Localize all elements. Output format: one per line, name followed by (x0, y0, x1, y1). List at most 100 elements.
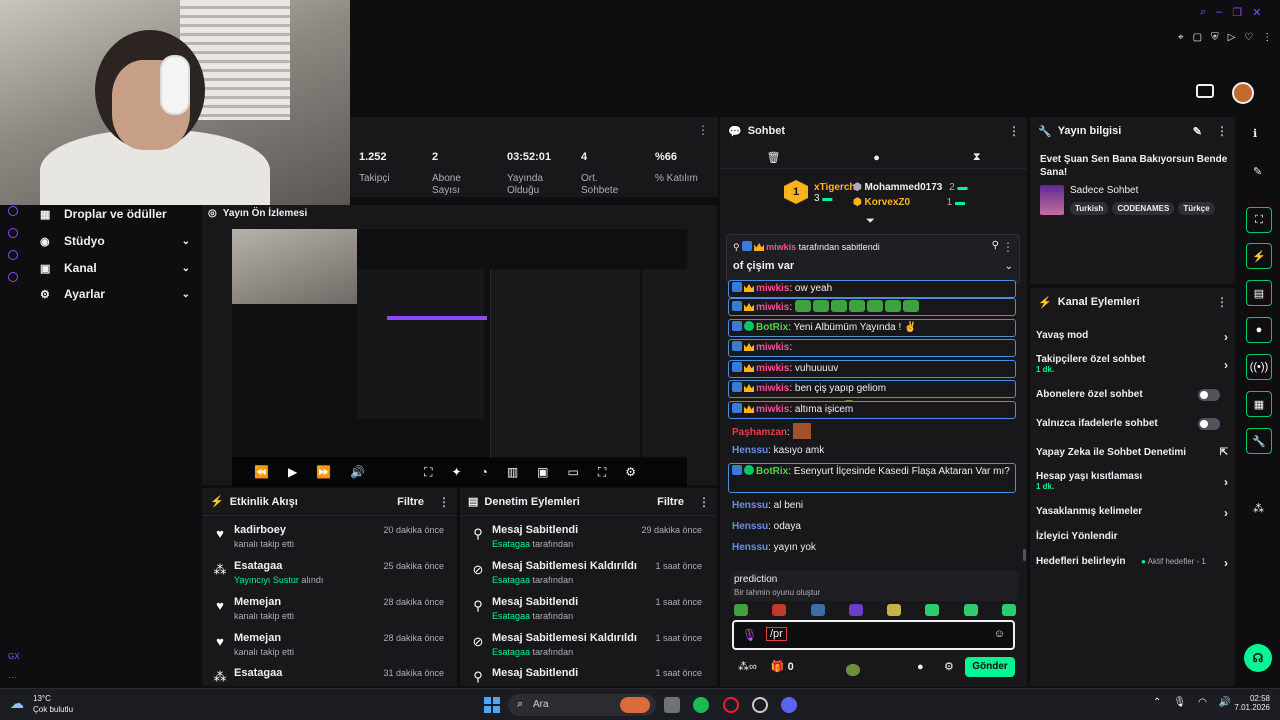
command-suggestion[interactable]: prediction Bir tahmin oyunu oluştur (730, 571, 1018, 601)
quick-notes-button[interactable]: ▤ (1246, 280, 1272, 306)
chat-message[interactable]: miwkis: altıma işicem (728, 401, 1016, 419)
leaderboard-second[interactable]: ⬢ Mohammed0173 2 ▬ (853, 182, 967, 193)
start-icon[interactable] (484, 697, 500, 713)
minimize-icon[interactable]: – (1216, 6, 1222, 20)
tag[interactable]: Turkish (1070, 202, 1109, 215)
chat-message[interactable]: Paşhamzan: (732, 423, 1020, 440)
rail-more-icon[interactable]: ··· (8, 672, 17, 682)
chat-message[interactable]: miwkis: (728, 339, 1016, 412)
emote-icon[interactable] (963, 604, 978, 616)
weather-desc[interactable]: Çok bulutlu (33, 705, 73, 714)
emote-icon[interactable] (848, 604, 863, 616)
stream-info-more-icon[interactable]: ⋮ (1216, 124, 1228, 138)
volume-icon[interactable]: 🔊 (350, 465, 365, 479)
wifi-icon[interactable]: ◠ (1198, 697, 1207, 708)
rail-settings-icon[interactable] (8, 272, 18, 282)
fullscreen-icon[interactable]: ⛶ (598, 465, 606, 480)
moderation-more-icon[interactable]: ⋮ (698, 495, 710, 509)
more-icon[interactable]: ⋮ (1262, 32, 1272, 46)
emote-icon[interactable] (810, 604, 825, 616)
quick-bolt-button[interactable]: ⚡ (1246, 243, 1272, 269)
action-emote-only[interactable]: Yalnızca ifadelerle sohbet (1036, 418, 1228, 430)
chat-scrollbar[interactable] (1023, 549, 1026, 561)
pinned-more-icon[interactable]: ⋮ (1002, 240, 1014, 254)
action-followers-only[interactable]: Takipçilere özel sohbet 1 dk. › (1036, 354, 1228, 374)
quick-broadcast-button[interactable]: ((•)) (1246, 354, 1272, 380)
list-item[interactable]: ⚲ Mesaj Sabitlendi Esatagaa tarafından 29 d… (460, 524, 710, 560)
chat-message[interactable]: miwkis: ow yeah (728, 280, 1016, 298)
chat-bubble-icon[interactable]: ● (873, 152, 880, 164)
avatar[interactable] (1232, 82, 1254, 104)
category-name[interactable]: Sadece Sohbet (1070, 185, 1138, 196)
tag[interactable]: Türkçe (1178, 202, 1215, 215)
list-item[interactable]: ♥ Memejan kanalı takip etti 28 dakika önce (202, 596, 452, 632)
heart-icon[interactable]: ♡ (1244, 32, 1253, 46)
action-slow-mode[interactable]: Yavaş mod › (1036, 330, 1228, 344)
action-account-age[interactable]: Hesap yaşı kısıtlaması 1 dk. › (1036, 471, 1228, 491)
emote-icon[interactable] (887, 604, 902, 616)
action-goals[interactable]: Hedefleri belirleyin ● Aktif hedefler - 1… (1036, 556, 1228, 570)
list-item[interactable]: ⚲ Mesaj Sabitlendi 1 saat önce (460, 667, 710, 685)
quick-chat-button[interactable]: ● (1246, 317, 1272, 343)
nav-studio[interactable]: ◉ Stüdyo ⌄ (40, 229, 190, 253)
list-item[interactable]: ♥ Memejan kanalı takip etti 28 dakika önce (202, 632, 452, 668)
sparkle-icon[interactable]: ✦ (452, 465, 462, 479)
chat-message[interactable]: Henssu: kasıyo amk (732, 444, 1020, 458)
emote-icon[interactable] (734, 604, 748, 616)
points-icon[interactable]: ⁂∞ (738, 660, 757, 673)
chat-input-value[interactable]: /pr (766, 627, 787, 641)
chat-message[interactable]: Henssu: odaya (732, 520, 1020, 534)
rewind-icon[interactable]: ⏪ (254, 465, 269, 479)
chat-input[interactable]: 🎙 /pr ☺ (732, 620, 1015, 650)
chat-message[interactable]: BotRix: Yeni Albümüm Yayında ! ✌ (728, 319, 1016, 337)
taskbar-search[interactable]: ⌕ Ara (508, 694, 656, 716)
list-item[interactable]: ⊘ Mesaj Sabitlemesi Kaldırıldı Esatagaa ta… (460, 560, 710, 596)
edit-icon[interactable]: ✎ (1193, 125, 1202, 138)
rail-drops-icon[interactable] (8, 206, 18, 216)
shield-icon[interactable]: ⛨ (1211, 32, 1219, 46)
action-raid[interactable]: İzleyici Yönlendir (1036, 531, 1228, 542)
file-explorer-icon[interactable] (664, 697, 680, 713)
action-ai-moderation[interactable]: Yapay Zeka ile Sohbet Denetimi ⇱ (1036, 447, 1228, 458)
clip-icon[interactable]: ⛶ (424, 465, 432, 480)
chat-message[interactable]: miwkis: vuhuuuuv (728, 360, 1016, 378)
chat-message[interactable]: BotRix: Esenyurt İlçesinde Kasedi Flaşa … (728, 463, 1016, 493)
settings-icon[interactable]: ⚙ (625, 465, 636, 479)
list-item[interactable]: ⁂ Esatagaa 31 dakika önce (202, 667, 452, 685)
chat-message[interactable]: Henssu: yayın yok (732, 541, 1020, 555)
rail-channel-icon[interactable] (8, 250, 18, 260)
rail-studio-icon[interactable] (8, 228, 18, 238)
subscribers-only-toggle[interactable] (1198, 389, 1220, 401)
quick-wrench-button[interactable]: 🔧 (1246, 428, 1272, 454)
hourglass-icon[interactable]: ⧗ (973, 151, 981, 164)
chat-message[interactable]: Henssu: al beni (732, 499, 1020, 513)
send-button[interactable]: Gönder (965, 657, 1015, 677)
emote-icon[interactable] (846, 664, 860, 676)
chat-more-icon[interactable]: ⋮ (1008, 124, 1020, 138)
help-button[interactable]: ☊ (1244, 644, 1272, 672)
gift-box-icon[interactable]: 🎁 0 (771, 660, 794, 673)
weather-icon[interactable]: ☁ (10, 695, 24, 712)
emote-icon[interactable] (925, 604, 940, 616)
emote-icon[interactable] (772, 604, 787, 616)
chat-bubble-icon[interactable]: ● (917, 661, 924, 673)
leaderboard-third[interactable]: ⬢ KorvexZ0 1 ▬ (853, 197, 965, 208)
weather-temp[interactable]: 13°C (33, 694, 51, 703)
list-item[interactable]: ⊘ Mesaj Sabitlemesi Kaldırıldı Esatagaa ta… (460, 632, 710, 668)
forward-icon[interactable]: ⏩ (316, 465, 331, 479)
discord-icon[interactable] (781, 697, 797, 713)
bits-icon[interactable]: ⁂ (1253, 502, 1264, 515)
chart-icon[interactable]: ▥ (507, 465, 518, 479)
nav-channel[interactable]: ▣ Kanal ⌄ (40, 256, 190, 280)
steam-icon[interactable] (752, 697, 768, 713)
emoji-icon[interactable]: ☺ (994, 628, 1005, 640)
unpin-icon[interactable]: ⚲ (992, 240, 999, 251)
chevron-up-icon[interactable]: ⌃ (1153, 697, 1161, 708)
play-icon[interactable]: ▶ (288, 465, 297, 479)
tag[interactable]: CODENAMES (1112, 202, 1175, 215)
channel-actions-more-icon[interactable]: ⋮ (1216, 295, 1228, 309)
close-icon[interactable]: ✕ (1252, 6, 1261, 20)
chevron-down-icon[interactable]: ⌄ (1005, 261, 1013, 272)
quick-clip-button[interactable]: ⛶ (1246, 207, 1272, 233)
activity-filter-button[interactable]: Filtre (397, 496, 424, 508)
